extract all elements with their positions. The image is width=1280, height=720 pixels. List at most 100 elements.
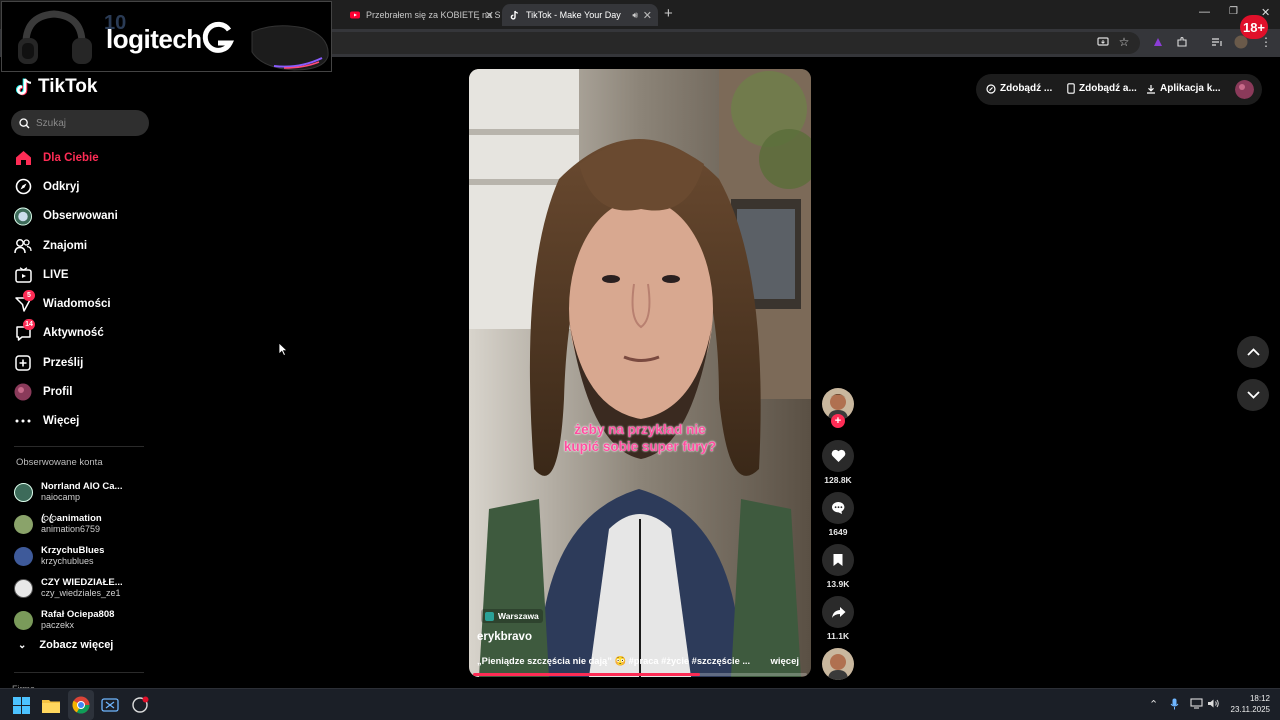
compass-icon bbox=[14, 178, 32, 196]
notification-app-icon[interactable] bbox=[130, 695, 150, 715]
like-action[interactable]: 128.8K bbox=[818, 440, 858, 485]
install-app-icon[interactable] bbox=[1095, 34, 1111, 50]
windows-start-icon[interactable] bbox=[11, 695, 31, 715]
heart-icon[interactable] bbox=[822, 440, 854, 472]
close-tab-icon[interactable]: ✕ bbox=[643, 9, 652, 22]
restore-icon[interactable]: ❐ bbox=[1229, 6, 1238, 17]
taskbar-clock[interactable]: 18:12 23.11.2025 bbox=[1226, 693, 1270, 715]
account-name: ꦿꦿanimation bbox=[41, 513, 102, 524]
caption-more-link[interactable]: więcej bbox=[770, 656, 799, 667]
search-input[interactable] bbox=[36, 117, 136, 129]
logitech-logo: logitech bbox=[106, 24, 202, 54]
account-handle: paczekx bbox=[41, 620, 75, 630]
followed-accounts-heading: Obserwowane konta bbox=[16, 457, 103, 468]
save-action[interactable]: 13.9K bbox=[818, 544, 858, 589]
search-box[interactable] bbox=[11, 110, 149, 136]
comment-action[interactable]: 1649 bbox=[818, 492, 858, 537]
profile-avatar-icon bbox=[14, 383, 32, 401]
close-tab-icon[interactable]: ✕ bbox=[485, 9, 494, 22]
tab-youtube[interactable]: Przebrałem się za KOBIETĘ na S ✕ bbox=[342, 4, 500, 26]
sidebar-divider bbox=[14, 672, 144, 673]
chevron-up-icon bbox=[1246, 348, 1260, 356]
sidebar-item-more[interactable]: Więcej bbox=[14, 407, 154, 436]
comment-count: 1649 bbox=[828, 527, 848, 537]
next-video-button[interactable] bbox=[1237, 379, 1269, 411]
sidebar-item-live[interactable]: LIVE bbox=[14, 260, 154, 289]
sidebar-item-label: Prześlij bbox=[43, 356, 84, 369]
microphone-icon[interactable] bbox=[1170, 698, 1179, 713]
media-controls-icon[interactable] bbox=[1209, 34, 1225, 50]
account-avatar bbox=[14, 482, 33, 502]
minimize-icon[interactable]: — bbox=[1199, 6, 1210, 18]
logitech-g-logo bbox=[202, 21, 234, 53]
sidebar-item-activity[interactable]: 14 Aktywność bbox=[14, 319, 154, 348]
followed-account[interactable]: CZY WIEDZIAŁE... czy_wiedziales_ze1 bbox=[14, 572, 159, 604]
sidebar-item-messages[interactable]: 5 Wiadomości bbox=[14, 289, 154, 318]
desktop-app-button[interactable]: Aplikacja k... bbox=[1146, 83, 1221, 94]
tray-overflow-icon[interactable]: ⌃ bbox=[1149, 698, 1158, 711]
get-coins-button[interactable]: Zdobądź ... bbox=[986, 83, 1052, 94]
chrome-icon[interactable] bbox=[71, 695, 91, 715]
live-icon bbox=[14, 266, 32, 284]
address-bar[interactable] bbox=[320, 32, 1140, 54]
volume-icon[interactable] bbox=[1207, 698, 1220, 712]
music-disc-avatar[interactable] bbox=[822, 648, 854, 680]
video-player[interactable]: żeby na przykład nie kupić sobie super f… bbox=[469, 69, 811, 677]
comment-icon[interactable] bbox=[822, 492, 854, 524]
subtitle-line: żeby na przykład nie bbox=[574, 422, 706, 437]
new-tab-button[interactable]: + bbox=[664, 5, 673, 22]
user-avatar[interactable] bbox=[1235, 80, 1254, 99]
video-progress-bar[interactable] bbox=[473, 673, 807, 676]
sidebar-item-profile[interactable]: Profil bbox=[14, 377, 154, 406]
followed-account[interactable]: KrzychuBlues krzychublues bbox=[14, 540, 159, 572]
followed-account[interactable]: ꦿꦿanimation animation6759 bbox=[14, 508, 159, 540]
video-caption: „Pieniądze szczęścia nie dają” 😳 #praca … bbox=[477, 656, 751, 666]
upload-icon bbox=[14, 354, 32, 372]
video-author[interactable]: erykbravo bbox=[477, 631, 532, 643]
headset-image bbox=[18, 10, 92, 64]
sidebar-item-upload[interactable]: Prześlij bbox=[14, 348, 154, 377]
extension-icon[interactable] bbox=[1150, 34, 1166, 50]
sidebar-item-label: Odkryj bbox=[43, 180, 80, 193]
followed-account[interactable]: Rafał Ociepa808 paczekx bbox=[14, 604, 159, 636]
account-name: Rafał Ociepa808 bbox=[41, 609, 115, 620]
speaker-icon[interactable]: 🔊︎ bbox=[632, 10, 638, 21]
share-icon[interactable] bbox=[822, 596, 854, 628]
extensions-puzzle-icon[interactable] bbox=[1174, 34, 1190, 50]
phone-icon bbox=[1067, 83, 1075, 94]
search-icon bbox=[19, 117, 30, 128]
activity-icon: 14 bbox=[14, 319, 35, 342]
friends-icon bbox=[14, 237, 32, 255]
tab-tiktok[interactable]: TikTok - Make Your Day 🔊︎ ✕ bbox=[502, 4, 658, 26]
location-tag[interactable]: Warszawa bbox=[481, 609, 543, 623]
tiktok-wordmark: TikTok bbox=[38, 76, 98, 97]
age-rating-badge: 18+ bbox=[1240, 15, 1268, 39]
file-explorer-icon[interactable] bbox=[41, 695, 61, 715]
app-window-icon[interactable] bbox=[100, 695, 120, 715]
logitech-ad-overlay[interactable]: 10 logitech bbox=[1, 1, 332, 72]
tiktok-logo[interactable]: TikTok bbox=[16, 76, 97, 98]
account-avatar bbox=[14, 546, 33, 566]
account-name: KrzychuBlues bbox=[41, 545, 105, 556]
bookmark-star-icon[interactable]: ☆ bbox=[1116, 34, 1132, 50]
location-label: Warszawa bbox=[498, 611, 539, 621]
top-actions-bar: Zdobądź ... Zdobądź a... Aplikacja k... bbox=[976, 74, 1262, 105]
sidebar-divider bbox=[14, 446, 144, 447]
screen: Przebrałem się za KOBIETĘ na S ✕ TikTok … bbox=[0, 0, 1280, 720]
get-app-button[interactable]: Zdobądź a... bbox=[1067, 83, 1137, 94]
previous-video-button[interactable] bbox=[1237, 336, 1269, 368]
sidebar-item-explore[interactable]: Odkryj bbox=[14, 172, 154, 201]
network-icon[interactable] bbox=[1190, 698, 1203, 712]
sidebar-item-for-you[interactable]: Dla Ciebie bbox=[14, 143, 154, 172]
followed-account[interactable]: Norrland AIO Ca... naiocamp bbox=[14, 476, 159, 508]
sidebar-item-following[interactable]: Obserwowani bbox=[14, 202, 154, 231]
tab-title: TikTok - Make Your Day bbox=[526, 10, 621, 20]
see-more-label: Zobacz więcej bbox=[39, 639, 114, 651]
coin-icon bbox=[986, 83, 996, 94]
see-more-accounts[interactable]: ⌄ Zobacz więcej bbox=[18, 639, 113, 651]
bookmark-icon[interactable] bbox=[822, 544, 854, 576]
follow-plus-button[interactable]: + bbox=[831, 414, 845, 428]
account-avatar bbox=[14, 578, 33, 598]
share-action[interactable]: 11.1K bbox=[818, 596, 858, 641]
sidebar-item-friends[interactable]: Znajomi bbox=[14, 231, 154, 260]
